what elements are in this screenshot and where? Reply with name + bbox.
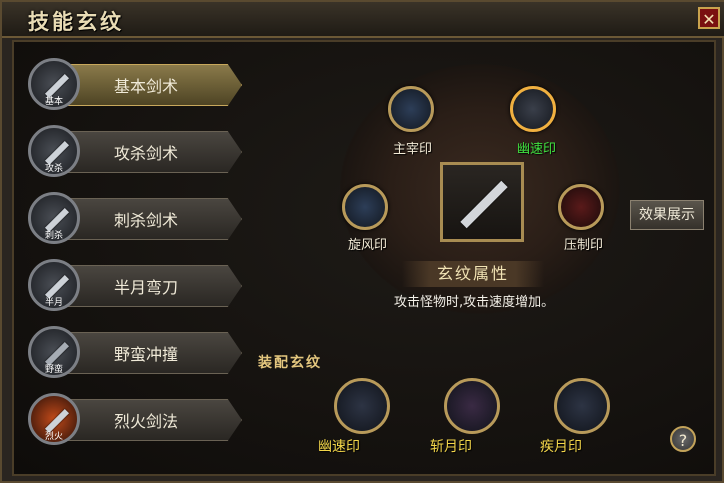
rune-attribute-title: 玄纹属性 bbox=[402, 261, 544, 287]
effect-preview-button[interactable]: 效果展示 bbox=[630, 200, 704, 230]
title-bar: 技能玄纹 ✕ bbox=[2, 2, 724, 38]
close-button[interactable]: ✕ bbox=[698, 7, 720, 29]
equip-label-3: 疾月印 bbox=[540, 439, 582, 455]
sword-icon bbox=[460, 180, 508, 229]
skill-label: 野蛮冲撞 bbox=[114, 345, 179, 364]
skill-icon-caption: 刺杀 bbox=[44, 231, 63, 241]
skill-icon-caption: 野蛮 bbox=[44, 365, 63, 375]
skill-item-half-moon[interactable]: 半月 半月弯刀 bbox=[28, 253, 244, 311]
rune-slot-yazhi[interactable] bbox=[558, 184, 604, 230]
skill-icon-caption: 基本 bbox=[44, 97, 63, 107]
equip-slot-3[interactable] bbox=[554, 378, 610, 434]
skill-item-basic-sword[interactable]: 基本 基本剑术 bbox=[28, 52, 244, 110]
rune-label-yazhi: 压制印 bbox=[564, 238, 604, 253]
skill-item-flame-sword[interactable]: 烈火 烈火剑法 bbox=[28, 387, 244, 445]
skill-label: 半月弯刀 bbox=[114, 278, 179, 297]
skill-item-thrust-sword[interactable]: 刺杀 刺杀剑术 bbox=[28, 186, 244, 244]
skill-icon-caption: 半月 bbox=[44, 298, 63, 308]
help-button[interactable]: ? bbox=[670, 426, 696, 452]
skill-label: 基本剑术 bbox=[114, 77, 179, 96]
equip-label-1: 幽速印 bbox=[318, 439, 360, 455]
rune-attribute-description: 攻击怪物时,攻击速度增加。 bbox=[394, 295, 555, 310]
skill-label: 刺杀剑术 bbox=[114, 211, 179, 230]
center-skill-icon bbox=[440, 162, 524, 242]
skill-rune-window: 技能玄纹 ✕ 基本 基本剑术 攻杀 攻杀剑术 刺杀 刺杀剑术 半月 半月弯刀 野… bbox=[0, 0, 724, 483]
skill-label: 攻杀剑术 bbox=[114, 144, 179, 163]
skill-icon-caption: 攻杀 bbox=[44, 164, 63, 174]
equip-rune-title: 装配玄纹 bbox=[258, 355, 322, 371]
rune-slot-zhuzai[interactable] bbox=[388, 86, 434, 132]
rune-label-xuanfeng: 旋风印 bbox=[348, 238, 388, 253]
window-title: 技能玄纹 bbox=[28, 10, 124, 34]
equip-slot-2[interactable] bbox=[444, 378, 500, 434]
rune-slot-yousu-selected[interactable] bbox=[510, 86, 556, 132]
rune-label-yousu: 幽速印 bbox=[517, 142, 557, 157]
skill-item-savage-charge[interactable]: 野蛮 野蛮冲撞 bbox=[28, 320, 244, 378]
skill-icon-caption: 烈火 bbox=[44, 432, 63, 442]
rune-label-zhuzai: 主宰印 bbox=[393, 142, 433, 157]
rune-slot-xuanfeng[interactable] bbox=[342, 184, 388, 230]
equip-slot-1[interactable] bbox=[334, 378, 390, 434]
skill-list: 基本 基本剑术 攻杀 攻杀剑术 刺杀 刺杀剑术 半月 半月弯刀 野蛮 野蛮冲撞 bbox=[14, 46, 244, 476]
equip-label-2: 斩月印 bbox=[430, 439, 472, 455]
skill-item-attack-sword[interactable]: 攻杀 攻杀剑术 bbox=[28, 119, 244, 177]
skill-label: 烈火剑法 bbox=[114, 412, 179, 431]
